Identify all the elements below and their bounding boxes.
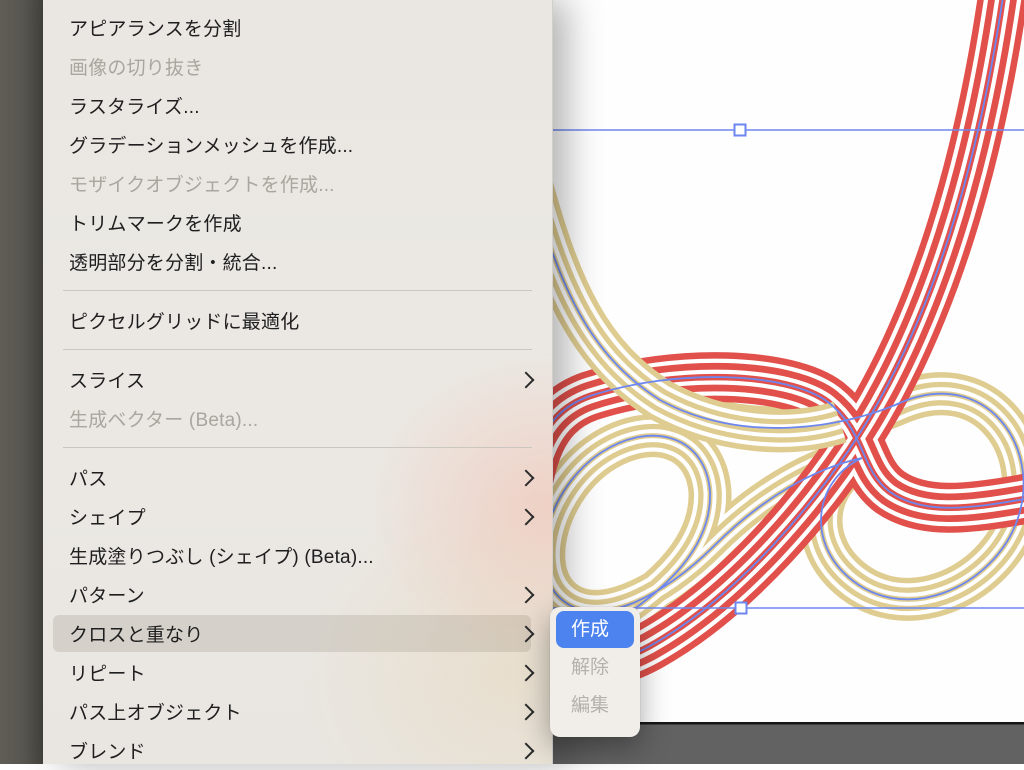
menu-item-1: 画像の切り抜き [43, 47, 552, 86]
menu-item-label: 透明部分を分割・統合... [69, 248, 532, 275]
menu-item-label: モザイクオブジェクトを作成... [69, 170, 532, 197]
menu-item-label: パターン [69, 581, 508, 608]
chevron-right-icon [518, 586, 535, 603]
menu-item-3[interactable]: グラデーションメッシュを作成... [43, 125, 552, 164]
submenu-item-0[interactable]: 作成 [556, 611, 634, 648]
menu-item-label: 画像の切り抜き [69, 53, 532, 80]
menu-item-13[interactable]: パス [43, 458, 552, 497]
menu-item-8[interactable]: ピクセルグリッドに最適化 [43, 301, 552, 340]
menu-item-0[interactable]: アピアランスを分割 [43, 8, 552, 47]
menu-item-label: トリムマークを作成 [69, 209, 532, 236]
menu-item-6[interactable]: 透明部分を分割・統合... [43, 242, 552, 281]
menu-item-label: スライス [69, 366, 508, 393]
submenu-item-1: 解除 [550, 649, 640, 687]
menu-item-19[interactable]: パス上オブジェクト [43, 692, 552, 731]
menu-item-label: リピート [69, 659, 508, 686]
menu-item-label: ラスタライズ... [69, 92, 532, 119]
pasteboard-left-strip [0, 0, 43, 764]
menu-item-15[interactable]: 生成塗りつぶし (シェイプ) (Beta)... [43, 536, 552, 575]
menu-item-16[interactable]: パターン [43, 575, 552, 614]
menu-item-label: グラデーションメッシュを作成... [69, 131, 532, 158]
menu-item-11: 生成ベクター (Beta)... [43, 399, 552, 438]
menu-item-20[interactable]: ブレンド [43, 731, 552, 770]
intertwine-submenu: 作成解除編集 [550, 607, 640, 737]
menu-item-label: シェイプ [69, 503, 508, 530]
menu-item-label: パス [69, 464, 508, 491]
menu-item-5[interactable]: トリムマークを作成 [43, 203, 552, 242]
chevron-right-icon [518, 625, 535, 642]
menu-separator [43, 340, 552, 360]
menu-item-label: アピアランスを分割 [69, 14, 532, 41]
menu-item-label: ピクセルグリッドに最適化 [69, 307, 532, 334]
context-menu: アピアランスを分割画像の切り抜きラスタライズ... グラデーションメッシュを作成.… [43, 0, 553, 764]
menu-separator [43, 281, 552, 301]
menu-item-17[interactable]: クロスと重なり [43, 614, 552, 653]
menu-item-14[interactable]: シェイプ [43, 497, 552, 536]
context-menu-list: アピアランスを分割画像の切り抜きラスタライズ... グラデーションメッシュを作成.… [43, 0, 552, 770]
menu-item-label: 生成ベクター (Beta)... [69, 405, 532, 432]
anchor-handle-bottom[interactable] [736, 603, 747, 614]
menu-item-18[interactable]: リピート [43, 653, 552, 692]
menu-item-10[interactable]: スライス [43, 360, 552, 399]
chevron-right-icon [518, 664, 535, 681]
menu-item-label: クロスと重なり [69, 620, 508, 647]
chevron-right-icon [518, 469, 535, 486]
menu-item-2[interactable]: ラスタライズ... [43, 86, 552, 125]
menu-item-label: ブレンド [69, 737, 508, 764]
anchor-handle-top[interactable] [735, 125, 746, 136]
submenu-item-2: 編集 [550, 687, 640, 725]
menu-item-label: 生成塗りつぶし (シェイプ) (Beta)... [69, 542, 532, 569]
chevron-right-icon [518, 703, 535, 720]
chevron-right-icon [518, 742, 535, 759]
menu-item-4: モザイクオブジェクトを作成... [43, 164, 552, 203]
chevron-right-icon [518, 508, 535, 525]
menu-item-label: パス上オブジェクト [69, 698, 508, 725]
chevron-right-icon [518, 371, 535, 388]
menu-separator [43, 438, 552, 458]
